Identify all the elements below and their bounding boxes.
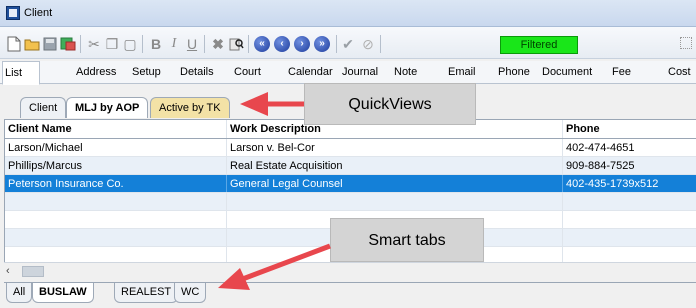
cancel-icon[interactable]: ⊘ (360, 36, 376, 52)
empty-cell (5, 193, 227, 210)
quickview-tab-client[interactable]: Client (20, 97, 67, 118)
quickview-tab-active-by-tk[interactable]: Active by TK (150, 97, 230, 118)
tab-setup[interactable]: Setup (130, 61, 163, 84)
table-row[interactable]: Phillips/Marcus Real Estate Acquisition … (5, 157, 696, 175)
find-icon[interactable] (228, 36, 244, 52)
tab-court[interactable]: Court (232, 61, 263, 84)
column-header-phone[interactable]: Phone (563, 120, 696, 138)
toolbar-separator (80, 35, 81, 53)
scroll-left-icon[interactable]: ‹ (6, 265, 18, 277)
open-folder-icon[interactable] (24, 36, 40, 52)
tab-calendar[interactable]: Calendar (286, 61, 335, 84)
empty-row (5, 193, 696, 211)
copy-icon[interactable]: ❐ (104, 36, 120, 52)
tab-cost[interactable]: Cost (666, 61, 693, 84)
toolbar-separator (336, 35, 337, 53)
save-close-icon[interactable] (60, 36, 76, 52)
tab-fee[interactable]: Fee (610, 61, 633, 84)
horizontal-scrollbar[interactable]: ‹ (4, 262, 696, 279)
first-record-icon[interactable]: « (254, 36, 270, 52)
bold-icon[interactable]: B (148, 36, 164, 52)
cut-icon[interactable]: ✂ (86, 36, 102, 52)
empty-cell (563, 229, 696, 246)
cell-work-description: General Legal Counsel (227, 175, 563, 192)
smart-tab-bar: All BUSLAW REALEST WC (4, 282, 696, 304)
quickview-tab-mlj-by-aop[interactable]: MLJ by AOP (66, 97, 149, 118)
toolbar-separator (142, 35, 143, 53)
scroll-thumb[interactable] (22, 266, 44, 277)
empty-cell (227, 193, 563, 210)
delete-icon[interactable]: ✖ (210, 36, 226, 52)
window-title: Client (24, 7, 53, 19)
module-tab-bar: List Address Setup Details Court Calenda… (0, 61, 696, 85)
tab-email[interactable]: Email (446, 61, 478, 84)
toolbar: ✂ ❐ ▢ B I U ✖ « ‹ › » ✔ ⊘ Filtered (0, 27, 696, 59)
toolbar-separator (204, 35, 205, 53)
tab-note[interactable]: Note (392, 61, 419, 84)
previous-record-icon[interactable]: ‹ (274, 36, 290, 52)
smart-tab-buslaw[interactable]: BUSLAW (32, 283, 94, 303)
cell-phone: 402-435-1739x512 (566, 178, 659, 190)
filtered-indicator: Filtered (500, 36, 578, 54)
italic-icon[interactable]: I (166, 36, 182, 52)
underline-icon[interactable]: U (184, 36, 200, 52)
tab-phone[interactable]: Phone (496, 61, 532, 84)
column-header-client-name[interactable]: Client Name (5, 120, 227, 138)
toolbar-separator (248, 35, 249, 53)
cell-client-name: Peterson Insurance Co. (5, 175, 227, 192)
checkmark-icon[interactable]: ✔ (340, 36, 356, 52)
cell-phone: 402-474-4651 (566, 142, 635, 154)
save-icon[interactable] (42, 36, 58, 52)
tab-journal[interactable]: Journal (340, 61, 380, 84)
tab-address[interactable]: Address (74, 61, 118, 84)
cell-work-description: Real Estate Acquisition (227, 157, 563, 174)
tab-list[interactable]: List (2, 61, 40, 85)
table-row-selected[interactable]: Peterson Insurance Co. General Legal Cou… (5, 175, 696, 193)
empty-cell (5, 229, 227, 246)
cell-client-name: Larson/Michael (5, 139, 227, 156)
smart-tab-wc[interactable]: WC (174, 283, 207, 303)
tab-details[interactable]: Details (178, 61, 216, 84)
empty-cell (563, 211, 696, 228)
tab-document[interactable]: Document (540, 61, 594, 84)
cell-work-description: Larson v. Bel-Cor (227, 139, 563, 156)
cell-phone: 909-884-7525 (566, 160, 635, 172)
toolbar-overflow (680, 37, 692, 49)
table-row[interactable]: Larson/Michael Larson v. Bel-Cor 402-474… (5, 139, 696, 157)
cell-client-name: Phillips/Marcus (5, 157, 227, 174)
empty-cell (563, 193, 696, 210)
empty-cell (5, 211, 227, 228)
next-record-icon[interactable]: › (294, 36, 310, 52)
app-icon (6, 6, 20, 20)
toolbar-separator (380, 35, 381, 53)
smart-tabs-callout: Smart tabs (330, 218, 484, 262)
new-record-icon[interactable] (6, 36, 22, 52)
last-record-icon[interactable]: » (314, 36, 330, 52)
paste-icon[interactable]: ▢ (122, 36, 138, 52)
smart-tab-all[interactable]: All (6, 283, 33, 303)
quickviews-callout: QuickViews (304, 83, 476, 125)
client-window: Client ✂ ❐ ▢ B I U ✖ « ‹ › » ✔ ⊘ Filtere… (0, 0, 696, 308)
title-bar: Client (0, 0, 696, 27)
smart-tab-realest[interactable]: REALEST (114, 283, 179, 303)
